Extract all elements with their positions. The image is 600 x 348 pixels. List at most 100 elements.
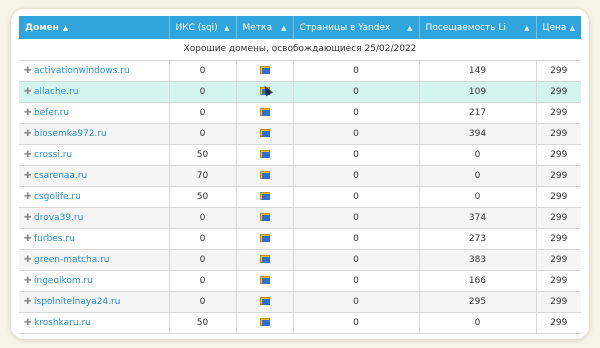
column-header-mark[interactable]: ▲ Метка bbox=[236, 16, 294, 39]
traffic-cell: 0 bbox=[419, 144, 537, 166]
table-row[interactable]: ✚ furbes.ru 0 0 273 299 bbox=[19, 228, 581, 250]
plus-icon[interactable]: ✚ bbox=[24, 87, 32, 97]
plus-icon[interactable]: ✚ bbox=[24, 213, 32, 223]
plus-icon[interactable]: ✚ bbox=[24, 297, 32, 307]
table-row[interactable]: ✚ befer.ru 0 0 217 299 bbox=[19, 102, 581, 124]
flag-icon[interactable] bbox=[259, 255, 270, 263]
column-header-label: Домен bbox=[25, 22, 59, 33]
table-row[interactable]: ✚ crossi.ru 50 0 0 299 bbox=[19, 144, 581, 166]
column-header-pages[interactable]: ▲ Страницы в Yandex bbox=[293, 16, 420, 39]
price-cell: 299 bbox=[536, 81, 581, 103]
domain-link[interactable]: green-matcha.ru bbox=[34, 255, 110, 265]
plus-icon[interactable]: ✚ bbox=[24, 150, 32, 160]
flag-icon[interactable] bbox=[259, 108, 270, 116]
flag-icon[interactable] bbox=[259, 276, 270, 284]
plus-icon[interactable]: ✚ bbox=[24, 255, 32, 265]
iks-cell: 0 bbox=[169, 291, 237, 313]
domain-link[interactable]: ingeolkom.ru bbox=[34, 276, 93, 286]
pages-cell: 0 bbox=[293, 228, 420, 250]
pages-cell: 0 bbox=[293, 60, 420, 82]
traffic-cell: 383 bbox=[419, 249, 537, 271]
price-cell: 299 bbox=[536, 312, 581, 334]
table-row[interactable]: ✚ activationwindows.ru 0 0 149 299 bbox=[19, 60, 581, 82]
table-row[interactable]: ✚ biosemka972.ru 0 0 394 299 bbox=[19, 123, 581, 145]
plus-icon[interactable]: ✚ bbox=[24, 318, 32, 328]
flag-icon[interactable] bbox=[259, 213, 270, 221]
plus-icon[interactable]: ✚ bbox=[24, 234, 32, 244]
domain-link[interactable]: activationwindows.ru bbox=[34, 66, 130, 76]
domain-link[interactable]: crossi.ru bbox=[34, 150, 72, 160]
iks-cell: 0 bbox=[169, 60, 237, 82]
table-row[interactable]: ✚ csarenaa.ru 70 0 0 299 bbox=[19, 165, 581, 187]
domain-link[interactable]: biosemka972.ru bbox=[34, 129, 107, 139]
flag-icon[interactable] bbox=[259, 129, 270, 137]
price-cell: 299 bbox=[536, 291, 581, 313]
price-cell: 299 bbox=[536, 270, 581, 292]
plus-icon[interactable]: ✚ bbox=[24, 66, 32, 76]
domain-link[interactable]: kroshkaru.ru bbox=[34, 318, 91, 328]
iks-cell: 50 bbox=[169, 186, 237, 208]
column-header-label: Цена bbox=[542, 22, 567, 33]
sort-arrow-icon: ▲ bbox=[62, 23, 69, 32]
domain-link[interactable]: csarenaa.ru bbox=[34, 171, 87, 181]
mark-cell bbox=[236, 165, 294, 187]
flag-icon[interactable] bbox=[259, 234, 270, 242]
table-row[interactable]: ✚ green-matcha.ru 0 0 383 299 bbox=[19, 249, 581, 271]
traffic-cell: 0 bbox=[419, 312, 537, 334]
domain-link[interactable]: drova39.ru bbox=[34, 213, 83, 223]
traffic-cell: 0 bbox=[419, 186, 537, 208]
column-header-label: Посещаемость Li bbox=[425, 22, 506, 33]
iks-cell: 0 bbox=[169, 123, 237, 145]
pages-cell: 0 bbox=[293, 312, 420, 334]
domain-link[interactable]: csgolife.ru bbox=[34, 192, 81, 202]
price-cell: 299 bbox=[536, 144, 581, 166]
price-cell: 299 bbox=[536, 207, 581, 229]
pages-cell: 0 bbox=[293, 102, 420, 124]
table-row[interactable]: ✚ kroshkaru.ru 50 0 0 299 bbox=[19, 312, 581, 334]
pages-cell: 0 bbox=[293, 123, 420, 145]
flag-icon[interactable] bbox=[259, 192, 270, 200]
price-cell: 299 bbox=[536, 165, 581, 187]
table-row[interactable]: ✚ ingeolkom.ru 0 0 166 299 bbox=[19, 270, 581, 292]
table-caption: Хорошие домены, освобождающиеся 25/02/20… bbox=[19, 39, 581, 61]
domain-link[interactable]: allache.ru bbox=[34, 87, 79, 97]
domain-cell: ✚ kroshkaru.ru bbox=[19, 312, 170, 334]
plus-icon[interactable]: ✚ bbox=[24, 276, 32, 286]
column-header-iks[interactable]: ▲ ИКС (sqi) bbox=[169, 16, 237, 39]
column-header-traffic[interactable]: ▲ Посещаемость Li bbox=[419, 16, 537, 39]
domain-link[interactable]: furbes.ru bbox=[34, 234, 75, 244]
flag-icon[interactable] bbox=[259, 150, 270, 158]
domain-cell: ✚ green-matcha.ru bbox=[19, 249, 170, 271]
mark-cell bbox=[236, 270, 294, 292]
table-row[interactable]: ✚ ispolnitelnaya24.ru 0 0 295 299 bbox=[19, 291, 581, 313]
domain-cell: ✚ ispolnitelnaya24.ru bbox=[19, 291, 170, 313]
pages-cell: 0 bbox=[293, 207, 420, 229]
column-header-domain[interactable]: Домен ▲ bbox=[19, 16, 170, 39]
domain-cell: ✚ befer.ru bbox=[19, 102, 170, 124]
price-cell: 299 bbox=[536, 228, 581, 250]
domains-table: Домен ▲ ▲ ИКС (sqi) ▲ Метка ▲ Страницы в Yandex… bbox=[19, 16, 581, 334]
plus-icon[interactable]: ✚ bbox=[24, 171, 32, 181]
domain-link[interactable]: ispolnitelnaya24.ru bbox=[34, 297, 120, 307]
sort-arrow-icon: ▲ bbox=[224, 23, 230, 32]
table-row[interactable]: ✚ drova39.ru 0 0 374 299 bbox=[19, 207, 581, 229]
flag-icon[interactable] bbox=[259, 66, 270, 74]
plus-icon[interactable]: ✚ bbox=[24, 108, 32, 118]
flag-icon[interactable] bbox=[259, 171, 270, 179]
traffic-cell: 217 bbox=[419, 102, 537, 124]
flag-icon[interactable] bbox=[259, 318, 270, 326]
domain-cell: ✚ biosemka972.ru bbox=[19, 123, 170, 145]
mark-cell bbox=[236, 60, 294, 82]
column-header-price[interactable]: ▲ Цена bbox=[536, 16, 581, 39]
plus-icon[interactable]: ✚ bbox=[24, 129, 32, 139]
domain-cell: ✚ furbes.ru bbox=[19, 228, 170, 250]
plus-icon[interactable]: ✚ bbox=[24, 192, 32, 202]
flag-icon[interactable] bbox=[259, 297, 270, 305]
table-row[interactable]: ✚ csgolife.ru 50 0 0 299 bbox=[19, 186, 581, 208]
mark-cell bbox=[236, 207, 294, 229]
table-caption-row: Хорошие домены, освобождающиеся 25/02/20… bbox=[19, 39, 581, 61]
domain-link[interactable]: befer.ru bbox=[34, 108, 69, 118]
iks-cell: 0 bbox=[169, 207, 237, 229]
price-cell: 299 bbox=[536, 123, 581, 145]
table-row[interactable]: ✚ allache.ru 0 0 109 299 bbox=[19, 81, 581, 103]
